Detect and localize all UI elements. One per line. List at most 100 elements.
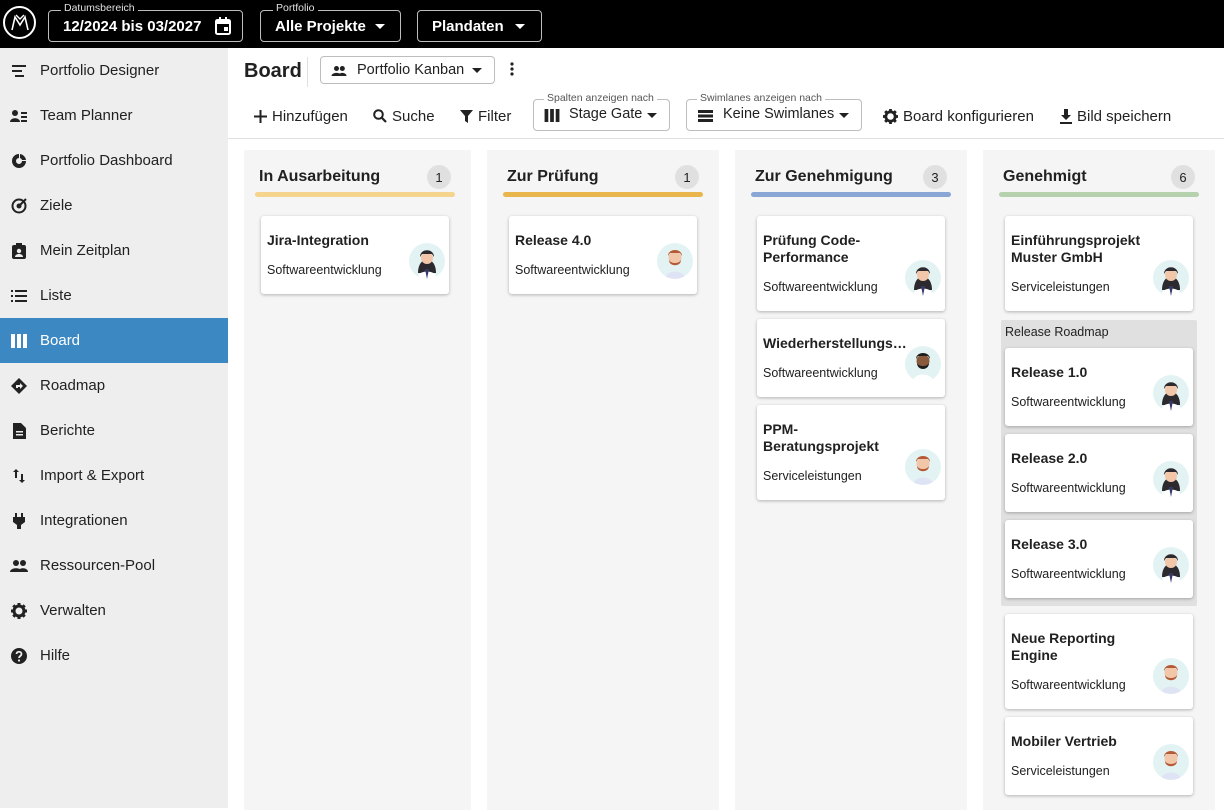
avatar xyxy=(1153,547,1189,583)
view-select[interactable]: Portfolio Kanban xyxy=(320,56,495,84)
card-title: Mobiler Vertrieb xyxy=(1011,733,1117,749)
column-count-badge: 3 xyxy=(923,165,947,189)
sidebar: Portfolio Designer Team Planner Portfoli… xyxy=(0,48,228,808)
filter-button-label: Filter xyxy=(478,107,512,125)
card-subtitle: Softwareentwicklung xyxy=(763,280,878,294)
download-icon xyxy=(1060,108,1072,124)
app-logo[interactable] xyxy=(3,6,36,39)
sidebar-item-ziele[interactable]: Ziele xyxy=(0,183,228,228)
column-count-badge: 1 xyxy=(675,165,699,189)
swimlanes-select-label: Swimlanes anzeigen nach xyxy=(697,92,825,104)
card-subtitle: Serviceleistungen xyxy=(763,469,862,483)
project-card[interactable]: Neue Reporting Engine Softwareentwicklun… xyxy=(1005,614,1193,709)
avatar xyxy=(905,346,941,382)
sidebar-item-label: Hilfe xyxy=(40,647,71,664)
sidebar-item-ressourcen-pool[interactable]: Ressourcen-Pool xyxy=(0,543,228,588)
column-count-badge: 6 xyxy=(1171,165,1195,189)
people-icon xyxy=(10,557,28,575)
plus-icon xyxy=(254,109,267,123)
sidebar-item-label: Portfolio Dashboard xyxy=(40,152,173,169)
sidebar-item-portfolio-dashboard[interactable]: Portfolio Dashboard xyxy=(0,138,228,183)
chevron-down-icon xyxy=(839,113,849,118)
swimlanes-select[interactable]: Swimlanes anzeigen nach Keine Swimlanes xyxy=(686,92,862,131)
search-button[interactable]: Suche xyxy=(373,106,435,126)
sidebar-item-verwalten[interactable]: Verwalten xyxy=(0,588,228,633)
portfolio-value: Alle Projekte xyxy=(275,17,366,35)
card-title: Einführungsprojekt Muster GmbH xyxy=(1011,232,1141,265)
project-card[interactable]: Release 2.0 Softwareentwicklung xyxy=(1005,434,1193,512)
column-title: In Ausarbeitung xyxy=(259,168,381,185)
view-select-value: Portfolio Kanban xyxy=(357,62,465,78)
project-card[interactable]: Mobiler Vertrieb Serviceleistungen xyxy=(1005,717,1193,795)
import-export-icon xyxy=(10,467,28,485)
columns-select-label: Spalten anzeigen nach xyxy=(544,92,657,104)
swimlane-title: Release Roadmap xyxy=(1005,325,1109,339)
avatar xyxy=(1153,461,1189,497)
sidebar-item-label: Integrationen xyxy=(40,512,128,529)
sidebar-item-team-planner[interactable]: Team Planner xyxy=(0,93,228,138)
sidebar-item-board[interactable]: Board xyxy=(0,318,228,363)
column-title: Genehmigt xyxy=(1003,168,1087,185)
sidebar-item-integrationen[interactable]: Integrationen xyxy=(0,498,228,543)
chevron-down-icon xyxy=(375,24,385,29)
swimlanes-select-value: Keine Swimlanes xyxy=(723,106,835,122)
card-title: Wiederherstellungs… xyxy=(763,335,907,351)
add-button-label: Hinzufügen xyxy=(272,107,348,125)
project-card[interactable]: PPM-Beratungsprojekt Serviceleistungen xyxy=(757,405,945,500)
configure-board-button[interactable]: Board konfigurieren xyxy=(883,106,1034,126)
card-subtitle: Serviceleistungen xyxy=(1011,280,1110,294)
avatar xyxy=(905,260,941,296)
sidebar-item-label: Team Planner xyxy=(40,107,133,124)
project-card[interactable]: Wiederherstellungs… Softwareentwicklung xyxy=(757,319,945,397)
card-subtitle: Softwareentwicklung xyxy=(1011,481,1126,495)
sidebar-item-import-export[interactable]: Import & Export xyxy=(0,453,228,498)
sidebar-item-label: Mein Zeitplan xyxy=(40,242,131,259)
project-card[interactable]: Release 4.0 Softwareentwicklung xyxy=(509,216,697,294)
project-card[interactable]: Einführungsprojekt Muster GmbH Servicele… xyxy=(1005,216,1193,311)
date-range-value: 12/2024 bis 03/2027 xyxy=(63,17,202,35)
filter-button[interactable]: Filter xyxy=(460,106,511,126)
column-color-bar xyxy=(751,192,951,197)
card-title: Release 3.0 xyxy=(1011,536,1088,552)
top-bar: Datumsbereich 12/2024 bis 03/2027 Portfo… xyxy=(0,0,1224,48)
date-range-field[interactable]: Datumsbereich 12/2024 bis 03/2027 xyxy=(48,2,243,42)
portfolio-designer-icon xyxy=(10,62,28,80)
save-image-button[interactable]: Bild speichern xyxy=(1060,106,1171,126)
project-card[interactable]: Jira-Integration Softwareentwicklung xyxy=(261,216,449,294)
project-card[interactable]: Prüfung Code-Performance Softwareentwick… xyxy=(757,216,945,311)
sidebar-item-liste[interactable]: Liste xyxy=(0,273,228,318)
sidebar-item-roadmap[interactable]: Roadmap xyxy=(0,363,228,408)
target-icon xyxy=(10,197,28,215)
board-icon xyxy=(10,332,28,350)
portfolio-select[interactable]: Portfolio Alle Projekte xyxy=(260,2,401,42)
sidebar-item-label: Liste xyxy=(40,287,72,304)
columns-select-value: Stage Gate xyxy=(569,106,643,122)
avatar xyxy=(657,243,693,279)
card-title: Neue Reporting Engine xyxy=(1011,630,1116,663)
sidebar-item-mein-zeitplan[interactable]: Mein Zeitplan xyxy=(0,228,228,273)
help-icon xyxy=(10,647,28,665)
column-title: Zur Genehmigung xyxy=(755,168,893,185)
calendar-icon[interactable] xyxy=(215,17,231,35)
sidebar-item-label: Import & Export xyxy=(40,467,145,484)
data-select[interactable]: Plandaten xyxy=(417,10,542,42)
list-icon xyxy=(10,287,28,305)
swimlane-icon xyxy=(698,110,713,122)
sidebar-item-label: Ressourcen-Pool xyxy=(40,557,156,574)
column-count-badge: 1 xyxy=(427,165,451,189)
avatar xyxy=(1153,744,1189,780)
card-subtitle: Softwareentwicklung xyxy=(515,263,630,277)
board-icon xyxy=(544,109,560,122)
project-card[interactable]: Release 3.0 Softwareentwicklung xyxy=(1005,520,1193,598)
sidebar-item-berichte[interactable]: Berichte xyxy=(0,408,228,453)
add-button[interactable]: Hinzufügen xyxy=(254,106,348,126)
card-title: Release 1.0 xyxy=(1011,364,1088,380)
more-vert-icon[interactable] xyxy=(510,62,514,78)
avatar xyxy=(905,449,941,485)
sidebar-item-hilfe[interactable]: Hilfe xyxy=(0,633,228,678)
project-card[interactable]: Release 1.0 Softwareentwicklung xyxy=(1005,348,1193,426)
columns-select[interactable]: Spalten anzeigen nach Stage Gate xyxy=(533,92,670,131)
avatar xyxy=(1153,260,1189,296)
schedule-icon xyxy=(10,242,28,260)
sidebar-item-portfolio-designer[interactable]: Portfolio Designer xyxy=(0,48,228,93)
